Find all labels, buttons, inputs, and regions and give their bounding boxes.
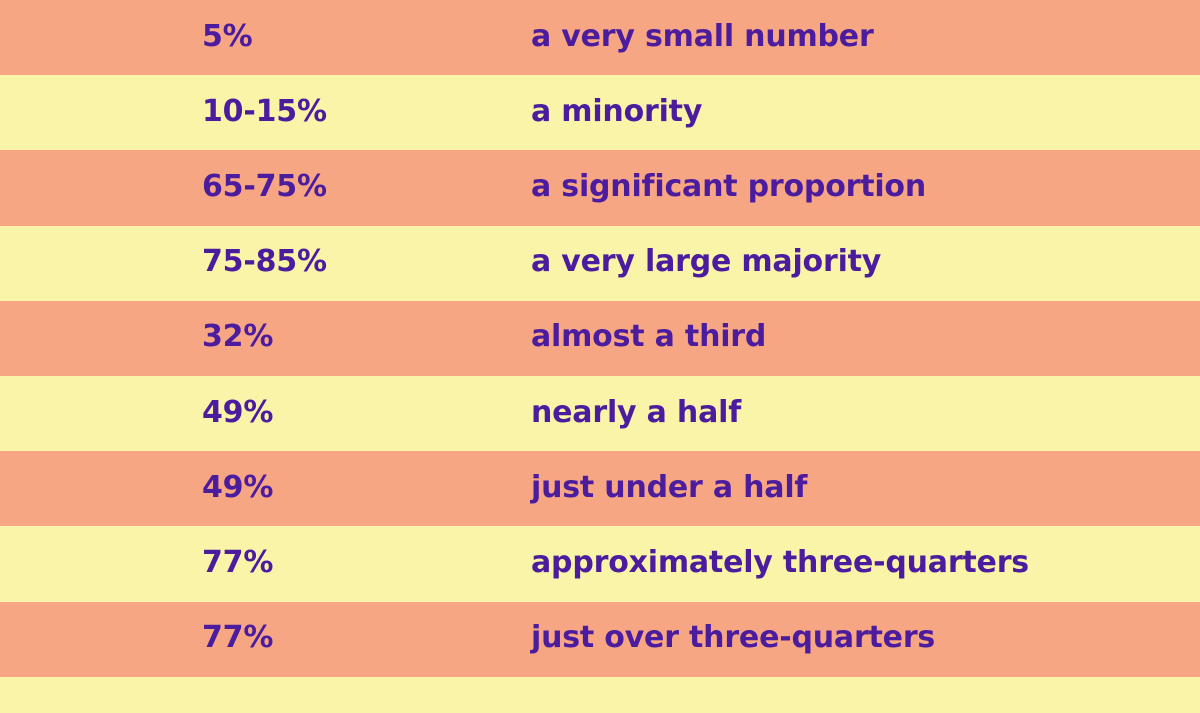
row-value: 77% bbox=[202, 544, 274, 580]
row-value: 65-75% bbox=[202, 168, 327, 204]
row-label: a significant proportion bbox=[531, 168, 926, 204]
row-value: 77% bbox=[202, 619, 274, 655]
row-label: approximately three-quarters bbox=[531, 544, 1029, 580]
row-value: 75-85% bbox=[202, 243, 327, 279]
row-label: a very small number bbox=[531, 18, 874, 54]
row-label: just under a half bbox=[531, 469, 808, 505]
table-row: 75-85% a very large majority bbox=[0, 225, 1200, 301]
percentage-phrasing-table: 5% a very small number 10-15% a minority… bbox=[0, 0, 1200, 713]
table-row: 49% nearly a half bbox=[0, 375, 1200, 452]
table-row: 10-15% a minority bbox=[0, 75, 1200, 151]
table-row-empty bbox=[0, 676, 1200, 713]
row-label: just over three-quarters bbox=[531, 619, 936, 655]
table-row: 77% approximately three-quarters bbox=[0, 526, 1200, 602]
row-value: 10-15% bbox=[202, 93, 327, 129]
table-row: 49% just under a half bbox=[0, 451, 1200, 527]
row-value: 32% bbox=[202, 319, 274, 355]
row-label: a very large majority bbox=[531, 243, 882, 279]
table-row: 5% a very small number bbox=[0, 0, 1200, 76]
table-row: 32% almost a third bbox=[0, 300, 1200, 376]
row-label: a minority bbox=[531, 93, 703, 129]
table-row: 65-75% a significant proportion bbox=[0, 150, 1200, 226]
row-value: 49% bbox=[202, 394, 274, 430]
row-value: 5% bbox=[202, 18, 253, 54]
row-value: 49% bbox=[202, 469, 274, 505]
row-label: almost a third bbox=[531, 319, 767, 355]
table-row: 77% just over three-quarters bbox=[0, 601, 1200, 677]
row-label: nearly a half bbox=[531, 394, 742, 430]
